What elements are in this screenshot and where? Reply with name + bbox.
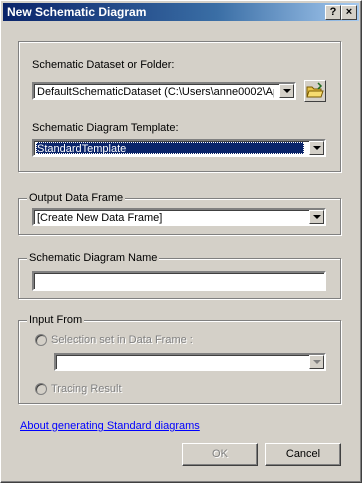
input-from-group: Input From Selection set in Data Frame :… (18, 314, 341, 404)
output-frame-group: Output Data Frame [Create New Data Frame… (18, 192, 341, 235)
tracing-result-label: Tracing Result (51, 383, 122, 395)
diagram-name-legend: Schematic Diagram Name (27, 252, 160, 264)
dataset-group: Schematic Dataset or Folder: DefaultSche… (18, 41, 341, 172)
template-value: StandardTemplate (36, 142, 304, 154)
output-frame-combo[interactable]: [Create New Data Frame] (32, 208, 326, 226)
dataset-value: DefaultSchematicDataset (C:\Users\anne00… (37, 86, 274, 98)
selection-set-label: Selection set in Data Frame : (51, 334, 193, 346)
diagram-name-input[interactable] (32, 271, 326, 291)
chevron-down-icon[interactable] (279, 84, 294, 98)
selection-set-radio[interactable] (35, 334, 47, 346)
chevron-down-icon[interactable] (309, 141, 324, 155)
selection-set-combo[interactable] (54, 353, 326, 371)
browse-folder-button[interactable] (304, 80, 326, 102)
output-frame-value: [Create New Data Frame] (37, 212, 163, 224)
title-bar[interactable]: New Schematic Diagram ? × (3, 3, 359, 21)
input-from-legend: Input From (27, 314, 85, 326)
chevron-down-icon[interactable] (309, 210, 324, 224)
open-folder-icon (306, 82, 324, 98)
output-frame-legend: Output Data Frame (27, 192, 126, 204)
help-button[interactable]: ? (325, 5, 341, 20)
about-link[interactable]: About generating Standard diagrams (20, 420, 200, 432)
chevron-down-icon[interactable] (309, 355, 324, 369)
dataset-label: Schematic Dataset or Folder: (32, 59, 175, 71)
dataset-combo[interactable]: DefaultSchematicDataset (C:\Users\anne00… (32, 82, 296, 100)
template-combo[interactable]: StandardTemplate (32, 139, 326, 157)
diagram-name-group: Schematic Diagram Name (18, 252, 341, 299)
dialog-window: New Schematic Diagram ? × Schematic Data… (0, 0, 362, 483)
ok-button[interactable]: OK (182, 443, 258, 466)
tracing-result-radio[interactable] (35, 383, 47, 395)
close-button[interactable]: × (341, 5, 357, 20)
window-title: New Schematic Diagram (7, 5, 147, 19)
cancel-button[interactable]: Cancel (265, 443, 341, 466)
template-label: Schematic Diagram Template: (32, 122, 179, 134)
